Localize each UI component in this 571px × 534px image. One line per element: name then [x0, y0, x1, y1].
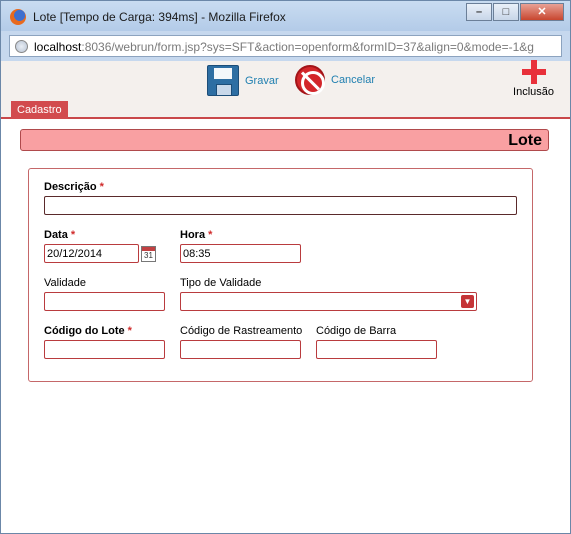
save-button[interactable]: Gravar	[207, 65, 279, 96]
site-identity-icon[interactable]	[15, 40, 28, 53]
descricao-label: Descrição *	[44, 181, 104, 193]
close-button[interactable]: ✕	[520, 3, 564, 21]
codigo-lote-input[interactable]	[44, 340, 165, 359]
maximize-button[interactable]: □	[493, 3, 519, 21]
address-bar[interactable]: localhost:8036/webrun/form.jsp?sys=SFT&a…	[9, 35, 562, 57]
plus-icon	[521, 60, 546, 84]
required-marker: *	[208, 229, 213, 241]
data-label-text: Data	[44, 229, 68, 241]
tipo-validade-label: Tipo de Validade	[180, 277, 262, 289]
codigo-barra-input[interactable]	[316, 340, 437, 359]
codigo-lote-label: Código do Lote *	[44, 325, 132, 337]
cancel-label: Cancelar	[331, 74, 376, 86]
tipo-validade-select[interactable]: ▼	[180, 292, 477, 311]
add-button[interactable]: Inclusão	[513, 60, 554, 98]
form-toolbar: Gravar Cancelar Inclusão	[1, 60, 570, 101]
tab-strip: Cadastro	[1, 101, 570, 119]
url-host: localhost	[34, 40, 82, 54]
address-bar-area: localhost:8036/webrun/form.jsp?sys=SFT&a…	[0, 31, 571, 61]
validade-label: Validade	[44, 277, 86, 289]
save-label: Gravar	[245, 74, 279, 87]
add-label: Inclusão	[513, 86, 554, 98]
codigo-rastreamento-input[interactable]	[180, 340, 301, 359]
validade-input[interactable]	[44, 292, 165, 311]
window-titlebar: Lote [Tempo de Carga: 394ms] - Mozilla F…	[0, 0, 571, 31]
descricao-input[interactable]	[44, 196, 517, 215]
chevron-down-icon[interactable]: ▼	[461, 295, 474, 308]
floppy-disk-icon	[207, 65, 239, 96]
calendar-icon[interactable]	[141, 246, 156, 262]
firefox-icon	[10, 9, 26, 25]
tab-cadastro[interactable]: Cadastro	[11, 101, 68, 119]
url-text[interactable]: localhost:8036/webrun/form.jsp?sys=SFT&a…	[34, 40, 559, 54]
no-entry-icon	[295, 65, 325, 95]
required-marker: *	[99, 181, 104, 193]
form-header: Lote	[20, 129, 549, 151]
codigo-barra-label: Código de Barra	[316, 325, 397, 337]
hora-input[interactable]	[180, 244, 301, 263]
descricao-label-text: Descrição	[44, 181, 97, 193]
data-label: Data *	[44, 229, 75, 241]
form-fieldset: Descrição* Data* Hora* Validade Tipo de …	[28, 168, 533, 382]
page-content: Gravar Cancelar Inclusão Cadastro Lote D…	[0, 60, 571, 534]
cancel-button[interactable]: Cancelar	[295, 65, 375, 95]
required-marker: *	[70, 229, 76, 241]
page-title: Lote	[508, 132, 542, 149]
codigo-rastreamento-label: Código de Rastreamento	[180, 325, 303, 337]
window-controls: – □ ✕	[465, 3, 564, 21]
hora-label-text: Hora	[180, 229, 206, 241]
codigo-lote-label-text: Código do Lote	[44, 325, 125, 337]
window-title: Lote [Tempo de Carga: 394ms] - Mozilla F…	[33, 10, 286, 24]
minimize-button[interactable]: –	[466, 3, 492, 21]
required-marker: *	[127, 325, 132, 337]
hora-label: Hora *	[180, 229, 212, 241]
url-path: :8036/webrun/form.jsp?sys=SFT&action=ope…	[81, 40, 534, 54]
data-input[interactable]	[44, 244, 139, 263]
